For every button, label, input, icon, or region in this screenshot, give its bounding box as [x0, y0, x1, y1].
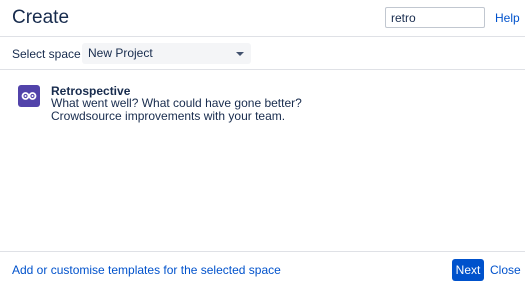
- template-description: What went well? What could have gone bet…: [51, 97, 302, 123]
- select-space-label: Select space: [12, 47, 81, 61]
- chevron-down-icon: [236, 52, 244, 56]
- template-description-line: Crowdsource improvements with your team.: [51, 109, 286, 123]
- dialog-title: Create: [12, 7, 70, 28]
- search-input[interactable]: [385, 7, 485, 28]
- dialog-header: Create Help: [0, 0, 525, 37]
- next-button[interactable]: Next: [452, 259, 484, 281]
- close-button[interactable]: Close: [490, 263, 521, 277]
- space-dropdown[interactable]: New Project: [82, 43, 251, 64]
- dialog-footer: Add or customise templates for the selec…: [0, 251, 525, 282]
- customise-templates-link[interactable]: Add or customise templates for the selec…: [12, 263, 281, 277]
- help-link[interactable]: Help: [495, 11, 520, 25]
- space-selector-row: Select space New Project: [0, 37, 525, 70]
- template-item-retrospective[interactable]: Retrospective What went well? What could…: [18, 82, 418, 124]
- space-dropdown-value: New Project: [88, 46, 153, 60]
- retrospective-icon: [18, 85, 40, 107]
